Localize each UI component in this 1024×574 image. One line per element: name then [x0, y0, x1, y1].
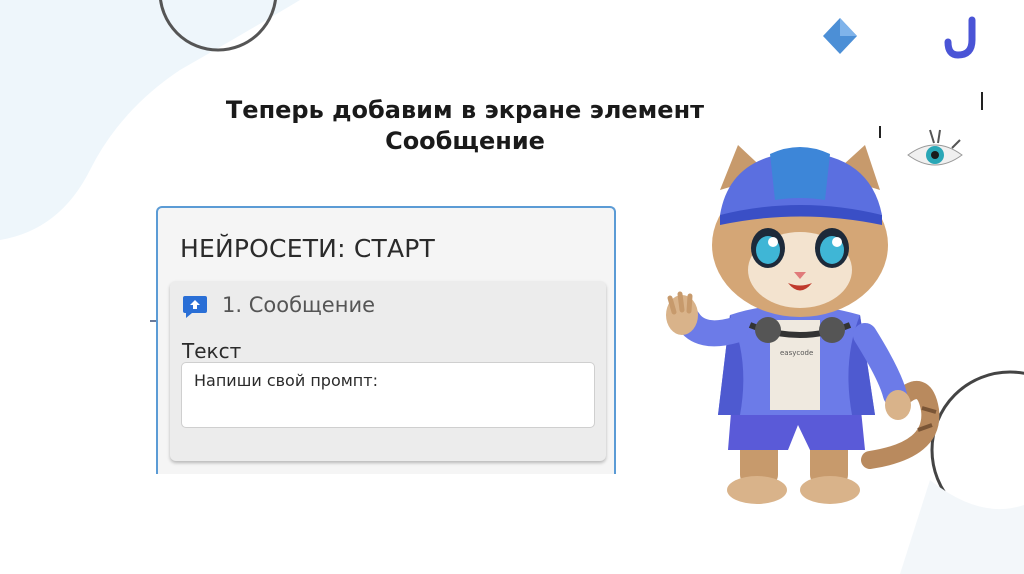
screen-panel: НЕЙРОСЕТИ: СТАРТ 1. Сообщение Текст Напи…	[156, 206, 616, 474]
message-block[interactable]: 1. Сообщение Текст Напиши свой промпт:	[170, 281, 606, 461]
slide-title-line-1: Теперь добавим в экране элемент	[225, 96, 705, 124]
cat-mascot-illustration: easycode	[666, 145, 940, 504]
message-upload-icon	[182, 293, 208, 319]
screen-title: НЕЙРОСЕТИ: СТАРТ	[180, 234, 436, 263]
mascot-shirt-text: easycode	[780, 349, 813, 357]
text-field-input[interactable]: Напиши свой промпт:	[181, 362, 595, 428]
text-field-label: Текст	[182, 339, 242, 363]
message-block-header[interactable]: 1. Сообщение	[170, 281, 606, 325]
message-block-label: 1. Сообщение	[222, 293, 376, 317]
